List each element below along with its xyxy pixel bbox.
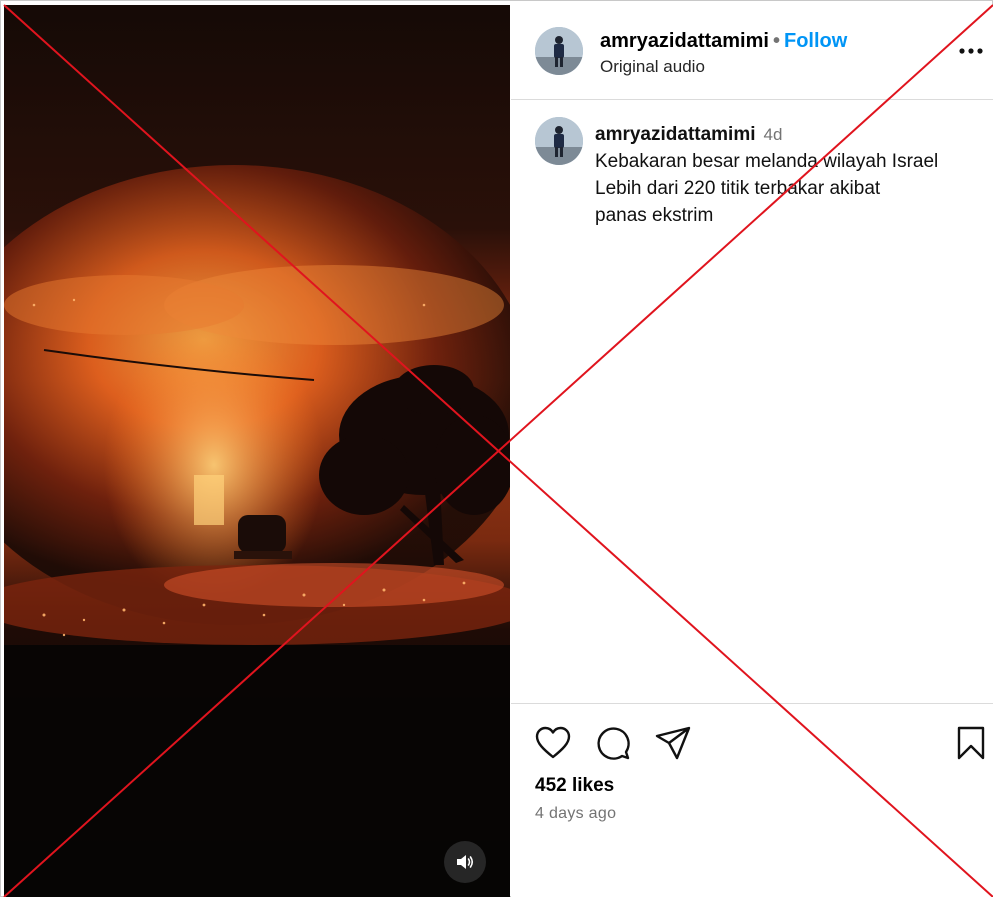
more-options-button[interactable] [957,41,987,61]
share-button[interactable] [653,723,693,763]
likes-count[interactable]: 452 likes [535,775,614,797]
speaker-icon [457,855,474,869]
comment-icon [597,727,630,760]
share-icon [655,726,691,760]
caption-text: amryazidattamimi 4d Kebakaran besar melan… [595,121,985,229]
post-date[interactable]: 4 days ago [535,805,616,823]
header-separator: • [772,30,780,52]
caption-line: Lebih dari 220 titik terbakar akibat [595,178,881,199]
post-details-panel: amryazidattamimi•Follow Original audio [511,5,993,897]
mute-button[interactable] [444,841,486,883]
more-horizontal-icon [959,48,983,54]
bookmark-icon [957,726,985,760]
avatar-image [535,117,583,165]
avatar-image [535,27,583,75]
caption-line: Kebakaran besar melanda wilayah Israel [595,151,939,172]
caption-username[interactable]: amryazidattamimi [595,124,756,145]
header-username[interactable]: amryazidattamimi [600,30,769,52]
heart-icon [535,726,571,759]
caption-avatar[interactable] [535,117,583,165]
avatar[interactable] [535,27,583,75]
actions-divider [511,703,993,704]
post-video[interactable] [4,5,510,897]
fire-scene-image [4,5,510,897]
post-header: amryazidattamimi • Follow Original audio [511,5,993,100]
original-audio-link[interactable]: Original audio [600,57,705,77]
caption-time[interactable]: 4d [764,125,783,144]
comment-button[interactable] [593,723,633,763]
follow-button[interactable]: Follow [784,30,847,52]
save-button[interactable] [951,723,991,763]
like-button[interactable] [533,723,573,763]
caption-line: panas ekstrim [595,205,714,226]
